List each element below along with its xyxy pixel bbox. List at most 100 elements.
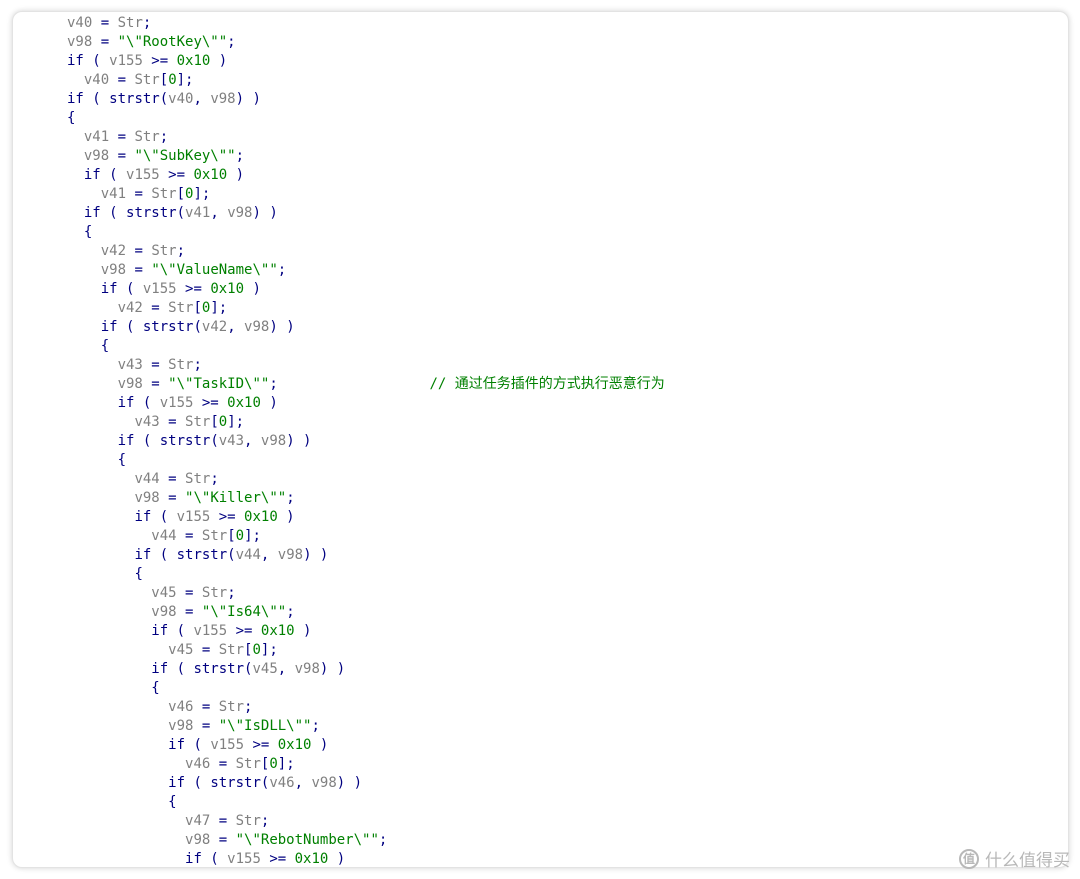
code-token-var: v98 [244, 319, 270, 335]
code-token-var: Str [235, 756, 261, 772]
code-token-var: v98 [185, 832, 211, 848]
code-token-op: { [168, 794, 177, 810]
code-token-op: ) ) [336, 775, 363, 791]
code-token-num: 0 [235, 528, 245, 544]
code-token-var: v155 [142, 281, 177, 297]
code-line: v41 = Str; [67, 128, 665, 147]
code-token-kw: if [151, 661, 169, 677]
code-token-op: { [67, 110, 76, 126]
code-line: if ( strstr(v43, v98) ) [67, 432, 665, 451]
code-token-var: Str [151, 186, 177, 202]
code-token-var: v155 [126, 167, 160, 183]
code-token-op: ; [378, 832, 388, 848]
code-token-var: Str [201, 585, 228, 601]
code-token-num: 0x10 [193, 167, 228, 183]
code-token-op: >= [210, 509, 245, 525]
code-token-op: ( [100, 205, 127, 221]
code-token-op: [ [210, 414, 219, 430]
code-token-var: Str [134, 72, 160, 88]
code-token-op: { [83, 224, 93, 240]
code-token-op: ; [286, 490, 295, 506]
code-token-kw: if [134, 547, 152, 563]
code-token-op: [ [227, 528, 236, 544]
code-token-op: ; [244, 699, 253, 715]
code-line: if ( v155 >= 0x10 ) [67, 850, 665, 867]
code-token-kw: strstr [176, 547, 228, 563]
code-token-op: ) [277, 509, 295, 525]
code-line: if ( strstr(v45, v98) ) [67, 660, 665, 679]
code-token-op: ; [311, 718, 320, 734]
code-token-var: v41 [185, 205, 211, 221]
code-token-op: = [142, 357, 169, 373]
code-token-var: v98 [277, 547, 304, 563]
code-token-var: v44 [235, 547, 261, 563]
code-line: if ( strstr(v40, v98) ) [67, 90, 665, 109]
code-token-op: ; [142, 15, 152, 31]
code-token-kw: if [168, 737, 186, 753]
code-token-var: v98 [117, 376, 143, 392]
code-line: v45 = Str; [67, 584, 665, 603]
code-token-op: ( [134, 395, 160, 411]
code-line: v43 = Str; [67, 356, 665, 375]
code-token-var: v45 [151, 585, 177, 601]
code-token-op: = [126, 186, 152, 202]
code-token-op: ( [185, 737, 211, 753]
code-token-var: v98 [151, 604, 177, 620]
code-viewer-panel: v40 = Str; v98 = "\"RootKey\""; if ( v155 … [12, 11, 1069, 868]
code-line: if ( strstr(v42, v98) ) [67, 318, 665, 337]
code-token-op: ) ) [269, 319, 295, 335]
code-token-num: 0 [269, 756, 278, 772]
code-token-op: ( [151, 509, 177, 525]
code-token-num: 0x10 [176, 53, 211, 69]
code-line: if ( v155 >= 0x10 ) [67, 52, 665, 71]
code-token-str: "\"SubKey\"" [134, 148, 236, 164]
code-token-op: ; [210, 471, 219, 487]
code-token-op: , [193, 91, 211, 107]
code-token-op: ]; [227, 414, 245, 430]
code-token-var: v46 [168, 699, 194, 715]
code-token-var: v98 [210, 91, 236, 107]
code-token-num: 0x10 [294, 851, 329, 867]
code-token-var: v98 [260, 433, 287, 449]
code-token-var: v42 [117, 300, 143, 316]
code-token-kw: if [185, 851, 202, 867]
code-token-num: 0x10 [244, 509, 278, 525]
code-token-var: Str [185, 414, 211, 430]
code-token-op: = [210, 832, 236, 848]
code-token-var: v98 [168, 718, 194, 734]
code-token-op: ( [117, 281, 143, 297]
code-token-op: >= [159, 167, 194, 183]
code-token-var: Str [235, 813, 261, 829]
code-token-op: , [210, 205, 228, 221]
code-token-op: ]; [260, 642, 278, 658]
code-line: if ( v155 >= 0x10 ) [67, 166, 665, 185]
watermark-text: 什么值得买 [985, 851, 1070, 871]
code-token-var: v43 [134, 414, 160, 430]
code-token-op: ; [227, 34, 236, 50]
code-token-str: "\"TaskID\"" [168, 376, 270, 392]
code-token-var: v155 [159, 395, 194, 411]
code-line: v43 = Str[0]; [67, 413, 665, 432]
code-line: if ( strstr(v44, v98) ) [67, 546, 665, 565]
code-token-var: v40 [83, 72, 110, 88]
code-token-var: v44 [151, 528, 177, 544]
code-token-op: >= [176, 281, 211, 297]
code-line: v41 = Str[0]; [67, 185, 665, 204]
code-token-var: v41 [83, 129, 110, 145]
decompiled-code: v40 = Str; v98 = "\"RootKey\""; if ( v155 … [67, 14, 665, 867]
code-line: if ( strstr(v46, v98) ) [67, 774, 665, 793]
code-line: v98 = "\"SubKey\""; [67, 147, 665, 166]
code-token-kw: strstr [142, 319, 194, 335]
code-token-var: v47 [185, 813, 211, 829]
code-token-var: v46 [185, 756, 211, 772]
code-token-op: ( [227, 547, 236, 563]
code-line: v44 = Str; [67, 470, 665, 489]
code-token-op: ( [100, 167, 127, 183]
code-token-op: = [109, 148, 135, 164]
code-token-op: = [126, 243, 152, 259]
code-token-op: ( [176, 205, 186, 221]
code-token-var: v98 [134, 490, 160, 506]
code-line: v42 = Str[0]; [67, 299, 665, 318]
smzdm-logo-icon: 值 [959, 848, 979, 869]
code-line: { [67, 109, 665, 128]
